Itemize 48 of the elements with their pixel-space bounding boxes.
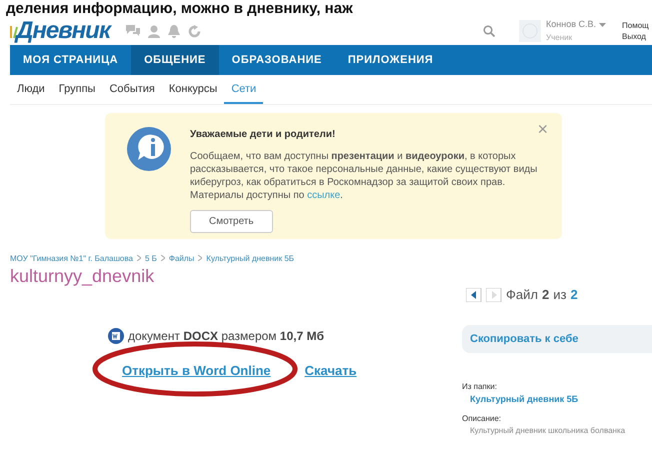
subnav-tab[interactable]: Люди	[10, 75, 52, 104]
chevron-icon	[198, 255, 202, 261]
search-icon	[483, 25, 496, 37]
view-button[interactable]: Смотреть	[190, 210, 273, 233]
nav-tab[interactable]: ПРИЛОЖЕНИЯ	[334, 45, 446, 75]
person-icon	[148, 24, 160, 38]
description-text: Культурный дневник школьника болванка	[470, 424, 626, 436]
notice-link[interactable]: ссылке	[307, 190, 340, 201]
user-name[interactable]: Коннов С.В.	[546, 18, 596, 32]
chevron-icon	[136, 255, 141, 261]
nav-tab[interactable]: ОБРАЗОВАНИЕ	[218, 45, 335, 75]
subnav-tab[interactable]: События	[102, 75, 162, 104]
notice-title: Уважаемые дети и родители!	[190, 128, 336, 142]
pager-label: из	[553, 286, 566, 304]
file-info: документ DOCX размером 10,7 Мб	[128, 328, 324, 345]
nav-tab[interactable]: МОЯ СТРАНИЦА	[10, 45, 132, 75]
breadcrumb-link[interactable]: Файлы	[168, 253, 194, 265]
notice-text: Сообщаем, что вам доступны презентации и видеоуроки, в которых рассказывается, что такое персональные данные, какие существуют виды киберугроз, как обратиться в Роскомнадзор за защитой своих прав. Материалы доступны по ссылке.	[190, 150, 538, 202]
subnav-tab[interactable]: Сети	[224, 75, 264, 104]
bell-icon	[168, 24, 180, 38]
header-link[interactable]: Помощ	[622, 20, 652, 31]
breadcrumb-link[interactable]: 5 Б	[144, 253, 157, 265]
chat-icon	[126, 25, 140, 37]
copy-to-self-button[interactable]: Скопировать к себе	[462, 324, 652, 353]
close-button[interactable]: ×	[531, 115, 554, 144]
subnav-tab[interactable]: Группы	[52, 75, 102, 104]
pager-total[interactable]: 2	[570, 285, 578, 304]
avatar-icon	[519, 20, 542, 42]
folder-link[interactable]: Культурный дневник 5Б	[470, 393, 652, 406]
heading-caption: деления информацию, можно в дневнику, наж	[5, 0, 354, 17]
breadcrumb-link[interactable]: Культурный дневник 5Б	[206, 253, 294, 265]
pager-current: 2	[542, 286, 550, 304]
subnav-tab[interactable]: Конкурсы	[162, 75, 224, 104]
caret-icon	[599, 23, 606, 27]
header-link[interactable]: Выход	[622, 31, 652, 42]
page-title: kulturnyy_dnevnik	[10, 265, 156, 287]
user-role: Ученик	[546, 32, 574, 44]
pager-label: Файл	[506, 286, 538, 304]
prev-arrow-icon	[466, 288, 482, 302]
breadcrumb-link[interactable]: МОУ "Гимназия №1" г. Балашова	[10, 253, 133, 265]
refresh-icon	[188, 24, 201, 38]
nav-tab[interactable]: ОБЩЕНИЕ	[131, 45, 219, 75]
download-link[interactable]: Скачать	[304, 361, 357, 380]
word-document-icon	[108, 328, 124, 344]
chevron-icon	[160, 255, 165, 261]
next-arrow-icon	[486, 288, 502, 302]
folder-label: Из папки:	[462, 381, 498, 393]
description-label: Описание:	[462, 412, 502, 424]
